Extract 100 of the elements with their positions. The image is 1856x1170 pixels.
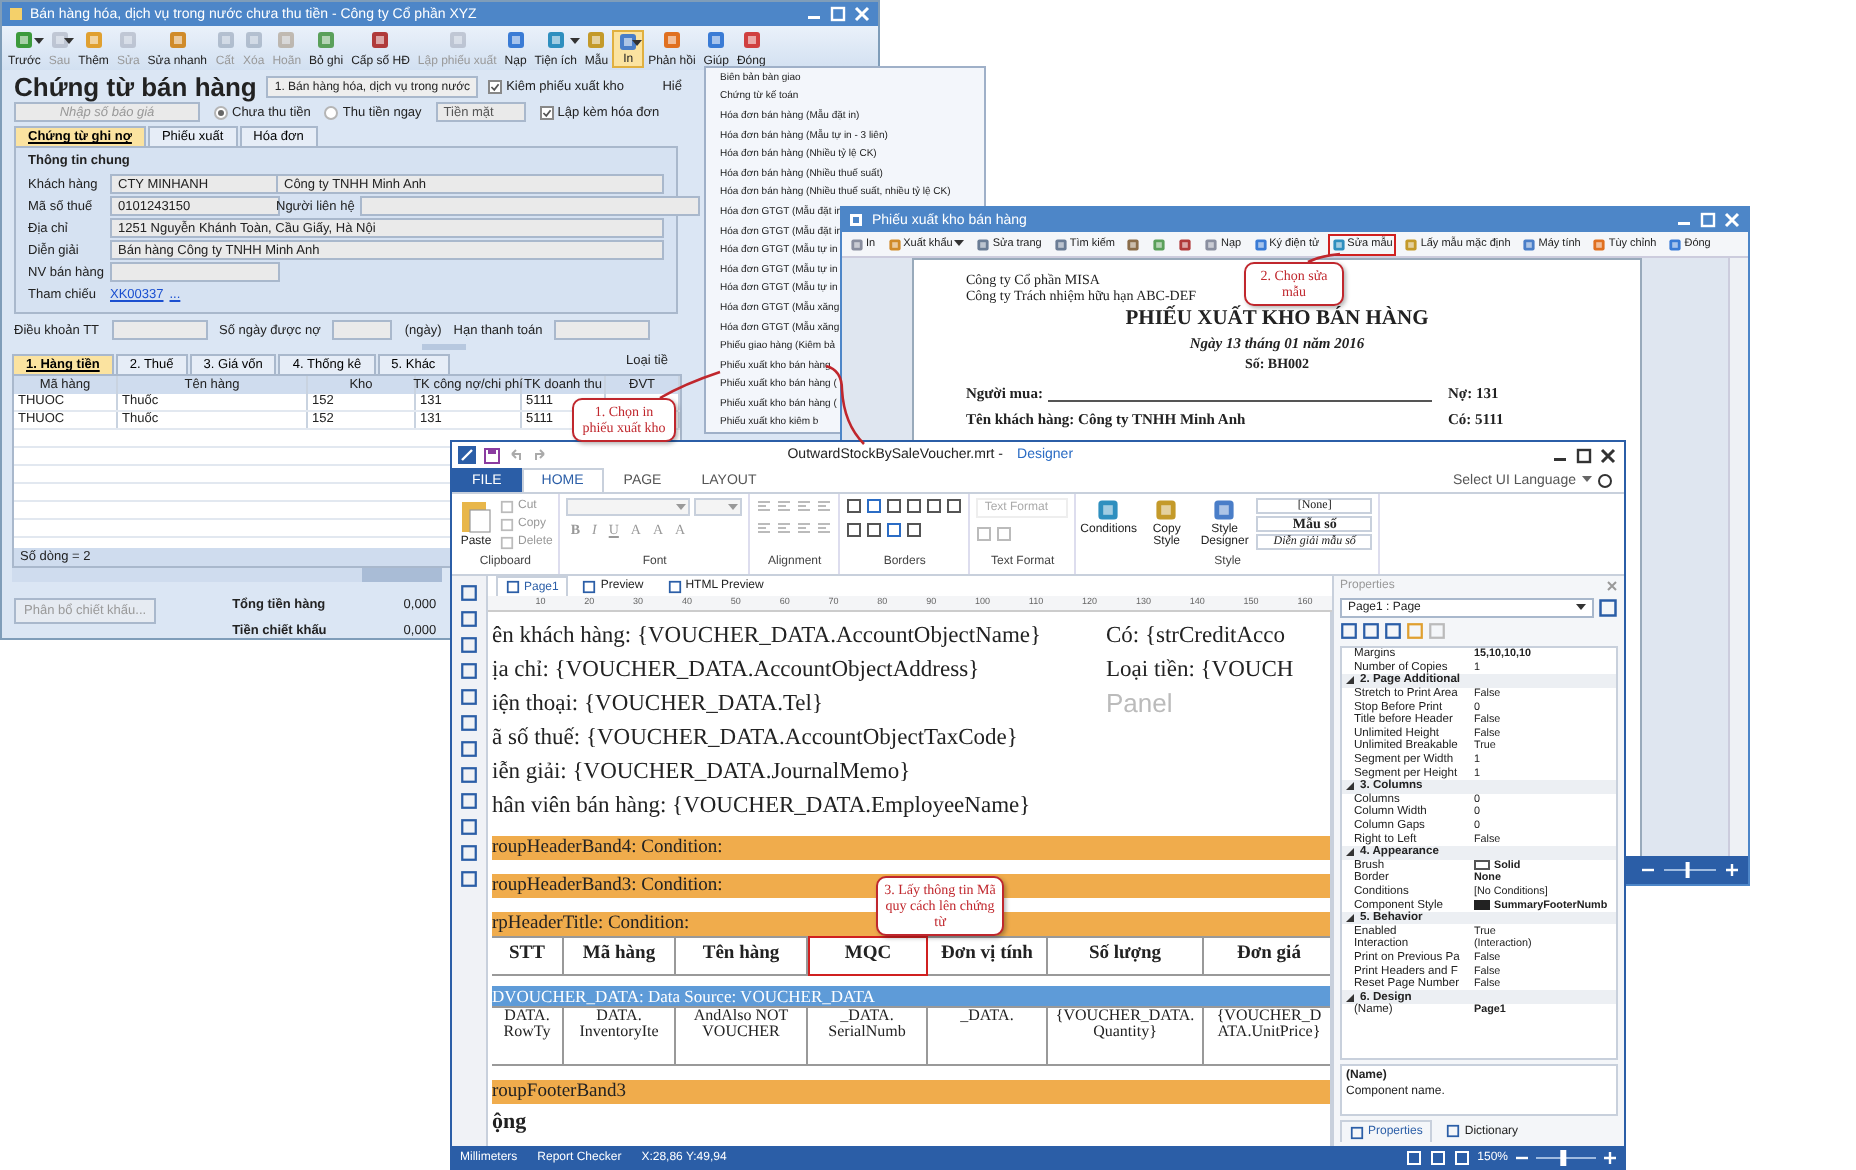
toolbar-button[interactable] bbox=[1122, 233, 1145, 255]
square-icon[interactable] bbox=[460, 844, 478, 862]
tile-icon bbox=[1178, 237, 1193, 251]
square-icon[interactable] bbox=[460, 610, 478, 628]
header-cell[interactable]: Tên hàng bbox=[676, 936, 808, 976]
data-cell[interactable]: {VOUCHER_DATA. Quantity} bbox=[1048, 1006, 1204, 1066]
close-icon[interactable] bbox=[1600, 447, 1616, 463]
square-icon[interactable] bbox=[866, 522, 883, 538]
tile-icon bbox=[1522, 237, 1537, 251]
radio-button[interactable] bbox=[214, 105, 228, 119]
tile-icon bbox=[83, 30, 104, 50]
collapse-icon[interactable] bbox=[1346, 848, 1354, 857]
tile-icon bbox=[1204, 237, 1219, 251]
square-icon[interactable] bbox=[906, 522, 923, 538]
square-icon[interactable] bbox=[946, 498, 963, 514]
tile-icon bbox=[447, 30, 468, 50]
style-swatch bbox=[1474, 860, 1490, 871]
square-icon[interactable] bbox=[1350, 1125, 1364, 1139]
input-field[interactable] bbox=[360, 196, 701, 216]
square-icon[interactable] bbox=[460, 818, 478, 836]
square-icon[interactable] bbox=[460, 740, 478, 758]
tile-icon bbox=[887, 237, 902, 251]
plus-icon[interactable] bbox=[1604, 1151, 1616, 1163]
square-icon[interactable] bbox=[1362, 622, 1380, 640]
tile-icon bbox=[1212, 498, 1237, 522]
square-icon[interactable] bbox=[846, 522, 863, 538]
header-cell[interactable]: MQC bbox=[808, 936, 928, 976]
tile-icon bbox=[1152, 237, 1167, 251]
collapse-icon[interactable] bbox=[1346, 993, 1354, 1002]
caret-icon bbox=[954, 240, 965, 248]
data-cell[interactable]: AndAlso NOT VOUCHER bbox=[676, 1006, 808, 1066]
tile-icon bbox=[1154, 498, 1179, 522]
collapse-icon[interactable] bbox=[1346, 782, 1354, 791]
square-icon[interactable] bbox=[1384, 622, 1402, 640]
tile-icon bbox=[1668, 237, 1683, 251]
square-icon[interactable] bbox=[886, 522, 903, 538]
collapse-icon[interactable] bbox=[1346, 676, 1354, 685]
caret-icon bbox=[34, 38, 45, 46]
square-icon[interactable] bbox=[460, 636, 478, 654]
checkbox[interactable] bbox=[539, 105, 554, 119]
square-icon[interactable] bbox=[460, 766, 478, 784]
data-cell[interactable]: DATA. InventoryIte bbox=[564, 1006, 676, 1066]
tile-icon bbox=[661, 30, 682, 50]
input-field[interactable] bbox=[332, 320, 393, 340]
square-icon[interactable] bbox=[886, 498, 903, 514]
square-icon[interactable] bbox=[460, 688, 478, 706]
data-cell[interactable]: DATA. RowTy bbox=[492, 1006, 564, 1066]
tile-icon bbox=[1053, 237, 1068, 251]
square-icon[interactable] bbox=[460, 662, 478, 680]
caret-icon bbox=[632, 40, 643, 48]
caret-icon bbox=[728, 503, 739, 511]
help-icon[interactable] bbox=[1598, 473, 1612, 487]
input-field[interactable] bbox=[554, 320, 651, 340]
header-cell[interactable]: Mã hàng bbox=[564, 936, 676, 976]
square-icon[interactable] bbox=[506, 580, 520, 594]
plus-icon[interactable] bbox=[1726, 864, 1738, 876]
group-band[interactable]: roupFooterBand3 bbox=[492, 1080, 1330, 1104]
data-cell[interactable]: _DATA. SerialNumb bbox=[808, 1006, 928, 1066]
collapse-icon[interactable] bbox=[1346, 914, 1354, 923]
square-icon[interactable] bbox=[460, 584, 478, 602]
group-band[interactable]: roupHeaderBand4: Condition: bbox=[492, 836, 1330, 860]
square-icon[interactable] bbox=[460, 870, 478, 888]
square-icon[interactable] bbox=[846, 498, 863, 514]
header-cell[interactable]: STT bbox=[492, 936, 564, 976]
input-field[interactable] bbox=[110, 262, 280, 282]
tile-icon bbox=[1592, 237, 1607, 251]
input-field[interactable] bbox=[111, 320, 208, 340]
square-icon[interactable] bbox=[667, 579, 682, 593]
tile-icon bbox=[1096, 498, 1121, 522]
tile-icon bbox=[586, 30, 607, 50]
square-icon[interactable] bbox=[582, 579, 597, 593]
data-cell[interactable]: _DATA. bbox=[928, 1006, 1048, 1066]
square-icon[interactable] bbox=[906, 498, 923, 514]
scroll-bar[interactable] bbox=[12, 568, 442, 583]
tile-icon bbox=[618, 32, 639, 52]
square-icon[interactable] bbox=[866, 498, 883, 514]
toolbar-button[interactable] bbox=[1148, 233, 1171, 255]
zoom-slider-thumb[interactable] bbox=[1560, 1149, 1567, 1165]
square-icon[interactable] bbox=[460, 714, 478, 732]
report-text: iện thoại: {VOUCHER_DATA.Tel} bbox=[492, 691, 826, 715]
font-name-field[interactable] bbox=[566, 498, 691, 516]
tile-icon bbox=[1126, 237, 1141, 251]
square-icon[interactable] bbox=[926, 498, 943, 514]
header-cell[interactable]: Số lượng bbox=[1048, 936, 1204, 976]
tile-icon bbox=[14, 30, 35, 50]
tile-icon bbox=[1331, 237, 1346, 251]
save-icon[interactable] bbox=[484, 447, 500, 463]
checkbox[interactable] bbox=[488, 80, 503, 94]
radio-button[interactable] bbox=[324, 105, 339, 119]
square-icon[interactable] bbox=[1598, 598, 1618, 618]
scroll-bar[interactable] bbox=[1728, 258, 1748, 856]
maximize-icon[interactable] bbox=[1576, 447, 1592, 463]
square-icon[interactable] bbox=[1446, 1124, 1461, 1138]
toolbar-button[interactable] bbox=[1174, 233, 1197, 255]
report-text: iễn giải: {VOUCHER_DATA.JournalMemo} bbox=[492, 759, 913, 783]
font-size-field[interactable] bbox=[694, 498, 743, 516]
square-icon[interactable] bbox=[460, 792, 478, 810]
splitter-handle[interactable] bbox=[422, 344, 466, 350]
square-icon[interactable] bbox=[1340, 622, 1358, 640]
zoom-slider-thumb[interactable] bbox=[1685, 862, 1690, 878]
